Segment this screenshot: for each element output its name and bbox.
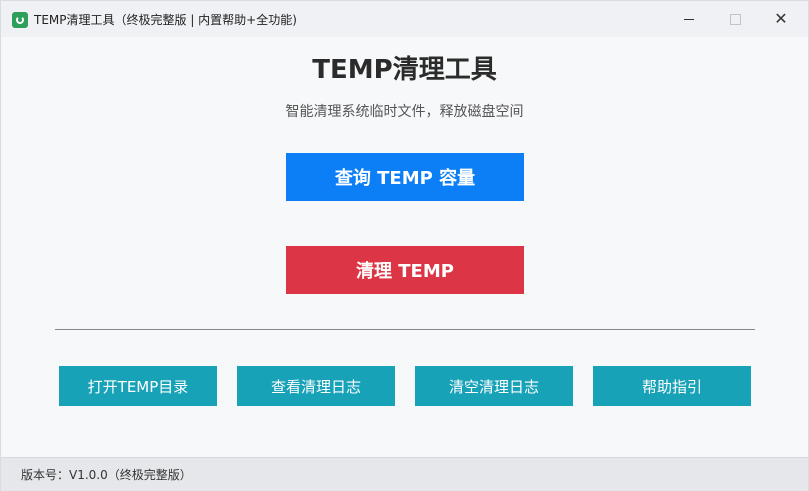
- recycle-icon-glyph: [16, 16, 24, 24]
- help-guide-button[interactable]: 帮助指引: [593, 366, 751, 406]
- minimize-icon: [684, 18, 694, 20]
- clean-temp-button[interactable]: 清理 TEMP: [286, 246, 524, 294]
- page-subtitle: 智能清理系统临时文件，释放磁盘空间: [285, 104, 524, 120]
- section-divider: [55, 329, 755, 330]
- window-title: TEMP清理工具（终极完整版 | 内置帮助+全功能): [34, 13, 297, 27]
- minimize-button[interactable]: [666, 1, 712, 37]
- version-label: 版本号：V1.0.0（终极完整版）: [21, 468, 192, 482]
- open-temp-folder-button[interactable]: 打开TEMP目录: [59, 366, 217, 406]
- maximize-button[interactable]: [712, 1, 758, 37]
- view-clean-log-button[interactable]: 查看清理日志: [237, 366, 395, 406]
- recycle-app-icon: [12, 12, 28, 28]
- query-temp-size-button[interactable]: 查询 TEMP 容量: [286, 153, 524, 201]
- page-title: TEMP清理工具: [312, 55, 497, 85]
- status-bar: 版本号：V1.0.0（终极完整版）: [1, 457, 808, 491]
- app-window: TEMP清理工具（终极完整版 | 内置帮助+全功能) ✕ TEMP清理工具 智能…: [0, 0, 809, 491]
- clear-clean-log-button[interactable]: 清空清理日志: [415, 366, 573, 406]
- close-button[interactable]: ✕: [758, 1, 804, 37]
- title-bar[interactable]: TEMP清理工具（终极完整版 | 内置帮助+全功能) ✕: [1, 1, 808, 37]
- close-icon: ✕: [774, 9, 788, 28]
- maximize-icon: [729, 13, 741, 25]
